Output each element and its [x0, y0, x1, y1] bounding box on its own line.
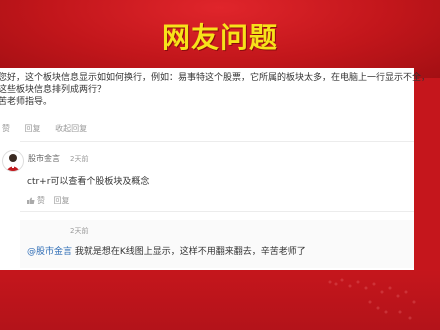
nested-reply-time: 2天前 [70, 227, 89, 235]
question-text: 您好，这个板块信息显示如如何换行，例如：易事特这个股票，它所属的板块太多，在电脑… [0, 72, 431, 108]
reply-like-button[interactable]: 赞 [27, 196, 45, 205]
question-line-1: 您好，这个板块信息显示如如何换行，例如：易事特这个股票，它所属的板块太多，在电脑… [0, 73, 431, 83]
divider [20, 211, 414, 212]
thumbs-up-icon [27, 197, 35, 204]
reply-time: 2天前 [70, 155, 89, 163]
reply-actions: 赞 回复 [27, 195, 82, 206]
banner-title: 网友问题 [161, 21, 278, 54]
reply-text: ctr+r可以查看个股板块及概念 [27, 177, 150, 187]
like-button[interactable]: 赞 [2, 124, 10, 133]
mention-link[interactable]: @股市金言 [27, 247, 72, 257]
avatar[interactable] [2, 150, 24, 172]
question-line-3: 苦老师指导。 [0, 97, 53, 107]
reply-button[interactable]: 回复 [25, 124, 41, 133]
question-actions: 赞 回复 收起回复 [2, 123, 99, 134]
nested-reply-body: 我就是想在K线图上显示，这样不用翻来翻去，辛苦老师了 [74, 247, 306, 257]
reply-reply-button[interactable]: 回复 [54, 196, 70, 205]
divider [20, 141, 414, 142]
question-line-2: 这些板块信息排列成两行？ [0, 85, 107, 95]
reply-user-name[interactable]: 股市金言 [28, 153, 60, 164]
collapse-replies-button[interactable]: 收起回复 [55, 124, 87, 133]
world-map-decoration-icon [328, 278, 416, 320]
header-banner: 网友问题 [0, 0, 440, 78]
nested-reply-text: @股市金言 我就是想在K线图上显示，这样不用翻来翻去，辛苦老师了 [27, 244, 306, 257]
user-avatar-icon [6, 154, 20, 171]
